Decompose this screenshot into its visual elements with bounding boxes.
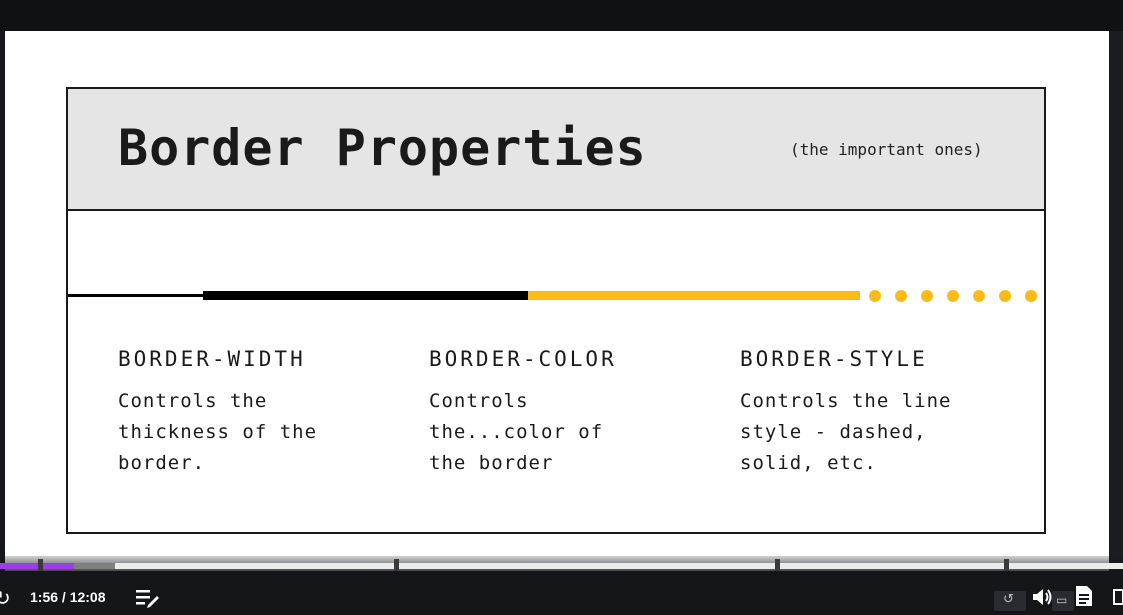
dot: [921, 290, 933, 302]
time-display: 1:56 / 12:08: [30, 589, 106, 605]
rewind-button[interactable]: ↺: [994, 591, 1026, 611]
dot: [895, 290, 907, 302]
dot: [947, 290, 959, 302]
dot: [1025, 290, 1037, 302]
column-text: Controls the thickness of the border.: [118, 390, 318, 474]
chapter-marker[interactable]: [1004, 559, 1009, 571]
slide-subtitle: (the important ones): [790, 140, 983, 159]
transcript-icon[interactable]: [1075, 585, 1093, 611]
slide-card: Border Properties (the important ones) B…: [66, 87, 1046, 534]
progress-played: [0, 563, 74, 569]
slide-canvas: Border Properties (the important ones) B…: [5, 31, 1109, 571]
column-title: BORDER-WIDTH: [118, 347, 306, 371]
chapters-icon[interactable]: [136, 587, 160, 613]
volume-icon[interactable]: [1031, 586, 1053, 612]
yellow-border-line: [528, 291, 860, 300]
dot: [973, 290, 985, 302]
right-gutter: [1109, 31, 1123, 571]
picture-in-picture-button[interactable]: ▭: [1052, 591, 1074, 611]
column-text: Controls the...color of the border: [429, 390, 604, 474]
picture-in-picture-icon: ▭: [1056, 593, 1068, 607]
dot: [999, 290, 1011, 302]
replay-icon[interactable]: ↻: [0, 586, 11, 610]
column-title: BORDER-COLOR: [429, 347, 617, 371]
chapter-marker[interactable]: [38, 559, 43, 571]
slide-title: Border Properties: [118, 119, 647, 177]
fullscreen-icon[interactable]: [1112, 588, 1123, 610]
thin-border-line: [68, 294, 203, 297]
slide-header: Border Properties (the important ones): [68, 89, 1044, 211]
top-bar: [0, 0, 1123, 31]
column-border-width: BORDER-WIDTH Controls the thickness of t…: [118, 347, 398, 479]
column-border-color: BORDER-COLOR Controls the...color of the…: [429, 347, 709, 479]
dotted-border-line: [869, 290, 1044, 302]
progress-bar[interactable]: [0, 563, 1123, 569]
dot: [869, 290, 881, 302]
chapter-marker[interactable]: [394, 559, 399, 571]
column-border-style: BORDER-STYLE Controls the line style - d…: [740, 347, 1020, 479]
chapter-marker[interactable]: [775, 559, 780, 571]
rewind-icon: ↺: [1003, 592, 1014, 607]
column-text: Controls the line style - dashed, solid,…: [740, 390, 952, 474]
column-title: BORDER-STYLE: [740, 347, 928, 371]
thick-border-line: [203, 291, 528, 300]
